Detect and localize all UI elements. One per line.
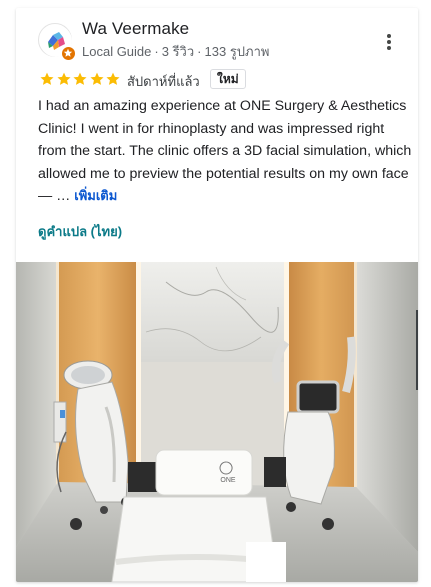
- review-panel: Wa Veermake Local Guide · 3 รีวิว · 133 รูปภ…: [0, 0, 431, 587]
- photo-brand-text: ONE: [220, 477, 236, 484]
- rating-stars: [39, 71, 122, 87]
- review-photo[interactable]: ONE: [16, 262, 418, 582]
- clinic-room-photo: ONE: [16, 262, 418, 582]
- meta-separator: ·: [154, 44, 159, 59]
- author-avatar[interactable]: [38, 23, 76, 61]
- star-icon: [56, 72, 71, 85]
- star-icon: [40, 72, 54, 85]
- author-name[interactable]: Wa Veermake: [82, 19, 189, 39]
- more-vert-icon[interactable]: [381, 30, 397, 52]
- review-time: สัปดาห์ที่แล้ว: [127, 74, 200, 89]
- read-more-link[interactable]: เพิ่มเติม: [74, 188, 117, 203]
- author-meta: Local Guide · 3 รีวิว · 133 รูปภาพ: [82, 41, 270, 62]
- review-card: Wa Veermake Local Guide · 3 รีวิว · 133 รูปภ…: [16, 8, 418, 582]
- review-count: 3 รีวิว: [161, 44, 195, 59]
- scrollbar-thumb[interactable]: [416, 310, 418, 390]
- star-icon: [73, 72, 87, 85]
- local-guide-star-icon: [61, 46, 76, 61]
- star-icon: [106, 72, 120, 85]
- new-badge: ใหม่: [210, 69, 246, 89]
- review-text: I had an amazing experience at ONE Surge…: [38, 95, 414, 208]
- local-guide-label: Local Guide: [82, 44, 152, 59]
- meta-separator: ·: [197, 44, 202, 59]
- translate-link[interactable]: ดูคำแปล (ไทย): [38, 221, 122, 242]
- photo-count: 133 รูปภาพ: [204, 44, 270, 59]
- star-icon: [89, 72, 104, 85]
